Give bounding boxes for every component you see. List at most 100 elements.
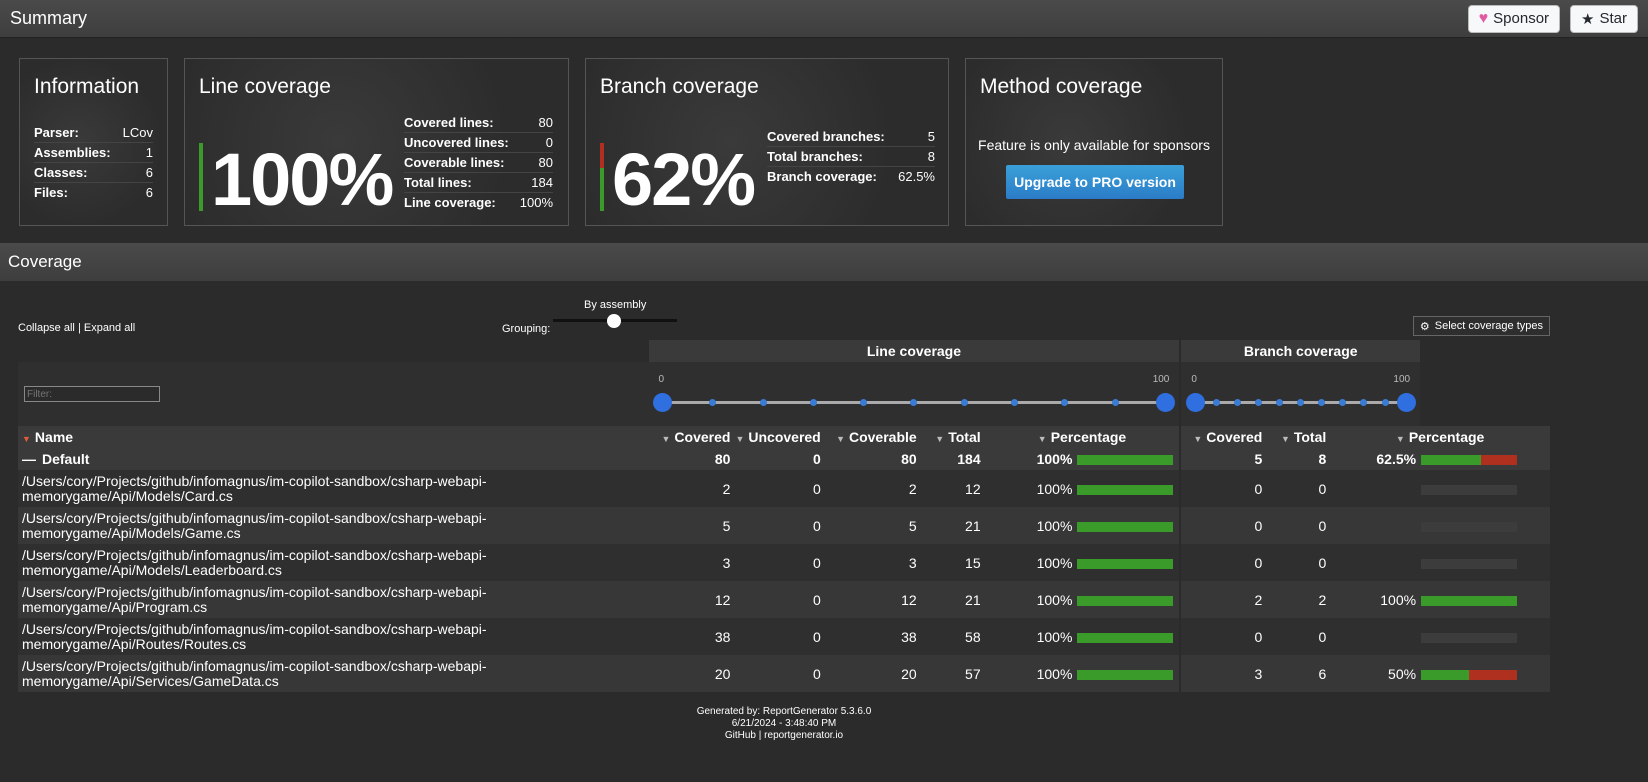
line-coverage-card: Line coverage 100% Covered lines: 80 Unco…: [184, 58, 569, 226]
range-tick: [1381, 399, 1389, 406]
range-max-label: 100: [1152, 374, 1170, 385]
filter-slider-row: 0 100 0 100: [18, 362, 1550, 426]
expand-all-link[interactable]: Expand all: [84, 322, 135, 334]
branch-percentage-column-header[interactable]: ▼ Percentage: [1330, 426, 1550, 448]
branch-bar-cell: [1420, 507, 1550, 544]
branch-percentage-cell: [1330, 470, 1421, 507]
branch-coverage-table: Covered branches: 5 Total branches: 8 Bran…: [767, 127, 935, 186]
footer-separator: |: [758, 730, 762, 741]
total-column-header[interactable]: ▼ Total: [920, 426, 985, 448]
upgrade-pro-button[interactable]: Upgrade to PRO version: [1006, 165, 1184, 199]
file-name-cell[interactable]: /Users/cory/Projects/github/infomagnus/i…: [18, 618, 649, 655]
filter-input[interactable]: [24, 386, 160, 402]
covered-fill: [1077, 455, 1174, 466]
table-row[interactable]: /Users/cory/Projects/github/infomagnus/i…: [18, 470, 1550, 507]
stat-key: Coverable lines:: [404, 152, 518, 173]
line-bar-cell: [1076, 544, 1181, 581]
branch-percentage-cell: [1330, 618, 1421, 655]
branch-uncovered-bar: [600, 143, 604, 168]
covered-fill: [1421, 669, 1470, 680]
branch-percentage-cell: 62.5%: [1330, 448, 1421, 470]
percentage-cell: 100%: [984, 470, 1077, 507]
file-name-cell[interactable]: /Users/cory/Projects/github/infomagnus/i…: [18, 507, 649, 544]
table-row[interactable]: /Users/cory/Projects/github/infomagnus/i…: [18, 544, 1550, 581]
star-button[interactable]: ★ Star: [1570, 4, 1638, 33]
uncovered-column-header[interactable]: ▼ Uncovered: [734, 426, 825, 448]
range-tick: [1360, 399, 1368, 406]
uncovered-cell: 0: [734, 470, 825, 507]
branch-coverage-bar: [1421, 484, 1518, 495]
branch-coverage-range-slider[interactable]: 0 100: [1181, 362, 1420, 424]
range-min-handle[interactable]: [653, 393, 673, 412]
line-coverage-range-slider[interactable]: 0 100: [649, 362, 1180, 424]
info-key: Assemblies:: [34, 142, 120, 163]
link-separator: |: [77, 322, 81, 334]
coverable-cell: 20: [824, 655, 921, 692]
line-coverage-bar: [1077, 484, 1174, 495]
sponsor-button[interactable]: ♥ Sponsor: [1467, 4, 1561, 33]
file-name-cell[interactable]: /Users/cory/Projects/github/infomagnus/i…: [18, 581, 649, 618]
branch-covered-cell: 0: [1179, 544, 1267, 581]
range-tick: [1011, 399, 1019, 406]
covered-header-label: Covered: [674, 429, 731, 445]
percentage-column-header[interactable]: ▼ Percentage: [984, 426, 1181, 448]
table-row[interactable]: /Users/cory/Projects/github/infomagnus/i…: [18, 655, 1550, 692]
reportgenerator-link[interactable]: reportgenerator.io: [764, 730, 843, 741]
line-bar-cell: [1076, 581, 1181, 618]
percentage-header-label: Percentage: [1050, 429, 1127, 445]
branch-total-cell: 8: [1266, 448, 1331, 470]
stat-value: 80: [517, 113, 553, 133]
line-coverage-title: Line coverage: [199, 75, 331, 98]
branch-covered-cell: 5: [1179, 448, 1267, 470]
branch-total-column-header[interactable]: ▼ Total: [1266, 426, 1331, 448]
branch-bar-cell: [1420, 618, 1550, 655]
branch-total-cell: 6: [1266, 655, 1331, 692]
range-tick: [759, 399, 767, 406]
branch-coverage-bar: [1421, 521, 1518, 532]
minus-icon[interactable]: —: [22, 451, 36, 467]
covered-column-header[interactable]: ▼ Covered: [648, 426, 735, 448]
sort-arrow-icon: ▼: [661, 434, 671, 444]
range-max-handle[interactable]: [1155, 393, 1175, 412]
covered-cell: 5: [648, 507, 735, 544]
stat-key: Total lines:: [404, 172, 518, 193]
info-key: Files:: [34, 185, 68, 200]
table-row[interactable]: /Users/cory/Projects/github/infomagnus/i…: [18, 581, 1550, 618]
branch-bar-cell: [1420, 544, 1550, 581]
branch-bar-cell: [1420, 655, 1550, 692]
stat-key: Uncovered lines:: [404, 132, 518, 153]
branch-coverage-bar: [1421, 669, 1518, 680]
file-name-cell[interactable]: /Users/cory/Projects/github/infomagnus/i…: [18, 470, 649, 507]
percentage-cell: 100%: [984, 448, 1077, 470]
name-column-header[interactable]: ▼ Name: [18, 426, 649, 448]
stat-key: Line coverage:: [404, 195, 496, 210]
coverable-cell: 3: [824, 544, 921, 581]
line-bar-cell: [1076, 655, 1181, 692]
range-max-handle[interactable]: [1396, 393, 1416, 412]
branch-percentage-header-label: Percentage: [1408, 429, 1485, 445]
collapse-all-link[interactable]: Collapse all: [18, 322, 75, 334]
assembly-name-cell[interactable]: — Default: [18, 448, 649, 470]
info-value: 1: [119, 142, 153, 163]
branch-covered-column-header[interactable]: ▼ Covered: [1179, 426, 1267, 448]
coverable-column-header[interactable]: ▼ Coverable: [824, 426, 921, 448]
line-range-cell: 0 100: [648, 362, 1181, 426]
covered-fill: [1077, 632, 1174, 643]
range-tick: [809, 399, 817, 406]
heart-icon: ♥: [1478, 9, 1489, 27]
stat-value: 184: [517, 172, 553, 193]
select-coverage-types-button[interactable]: ⚙ Select coverage types: [1412, 316, 1550, 336]
table-row[interactable]: /Users/cory/Projects/github/infomagnus/i…: [18, 507, 1550, 544]
range-min-handle[interactable]: [1185, 393, 1205, 412]
github-link[interactable]: GitHub: [725, 730, 756, 741]
file-name-cell[interactable]: /Users/cory/Projects/github/infomagnus/i…: [18, 655, 649, 692]
table-row[interactable]: /Users/cory/Projects/github/infomagnus/i…: [18, 618, 1550, 655]
grouping-slider-thumb[interactable]: [607, 314, 621, 328]
range-tick: [1234, 399, 1242, 406]
file-name-cell[interactable]: /Users/cory/Projects/github/infomagnus/i…: [18, 544, 649, 581]
total-header-label: Total: [948, 429, 981, 445]
branch-coverage-bar: [1421, 632, 1518, 643]
assembly-row[interactable]: — Default 80 0 80 184 100% 5 8 62.5%: [18, 448, 1550, 470]
uncovered-fill: [1469, 669, 1518, 680]
uncovered-header-label: Uncovered: [748, 429, 821, 445]
